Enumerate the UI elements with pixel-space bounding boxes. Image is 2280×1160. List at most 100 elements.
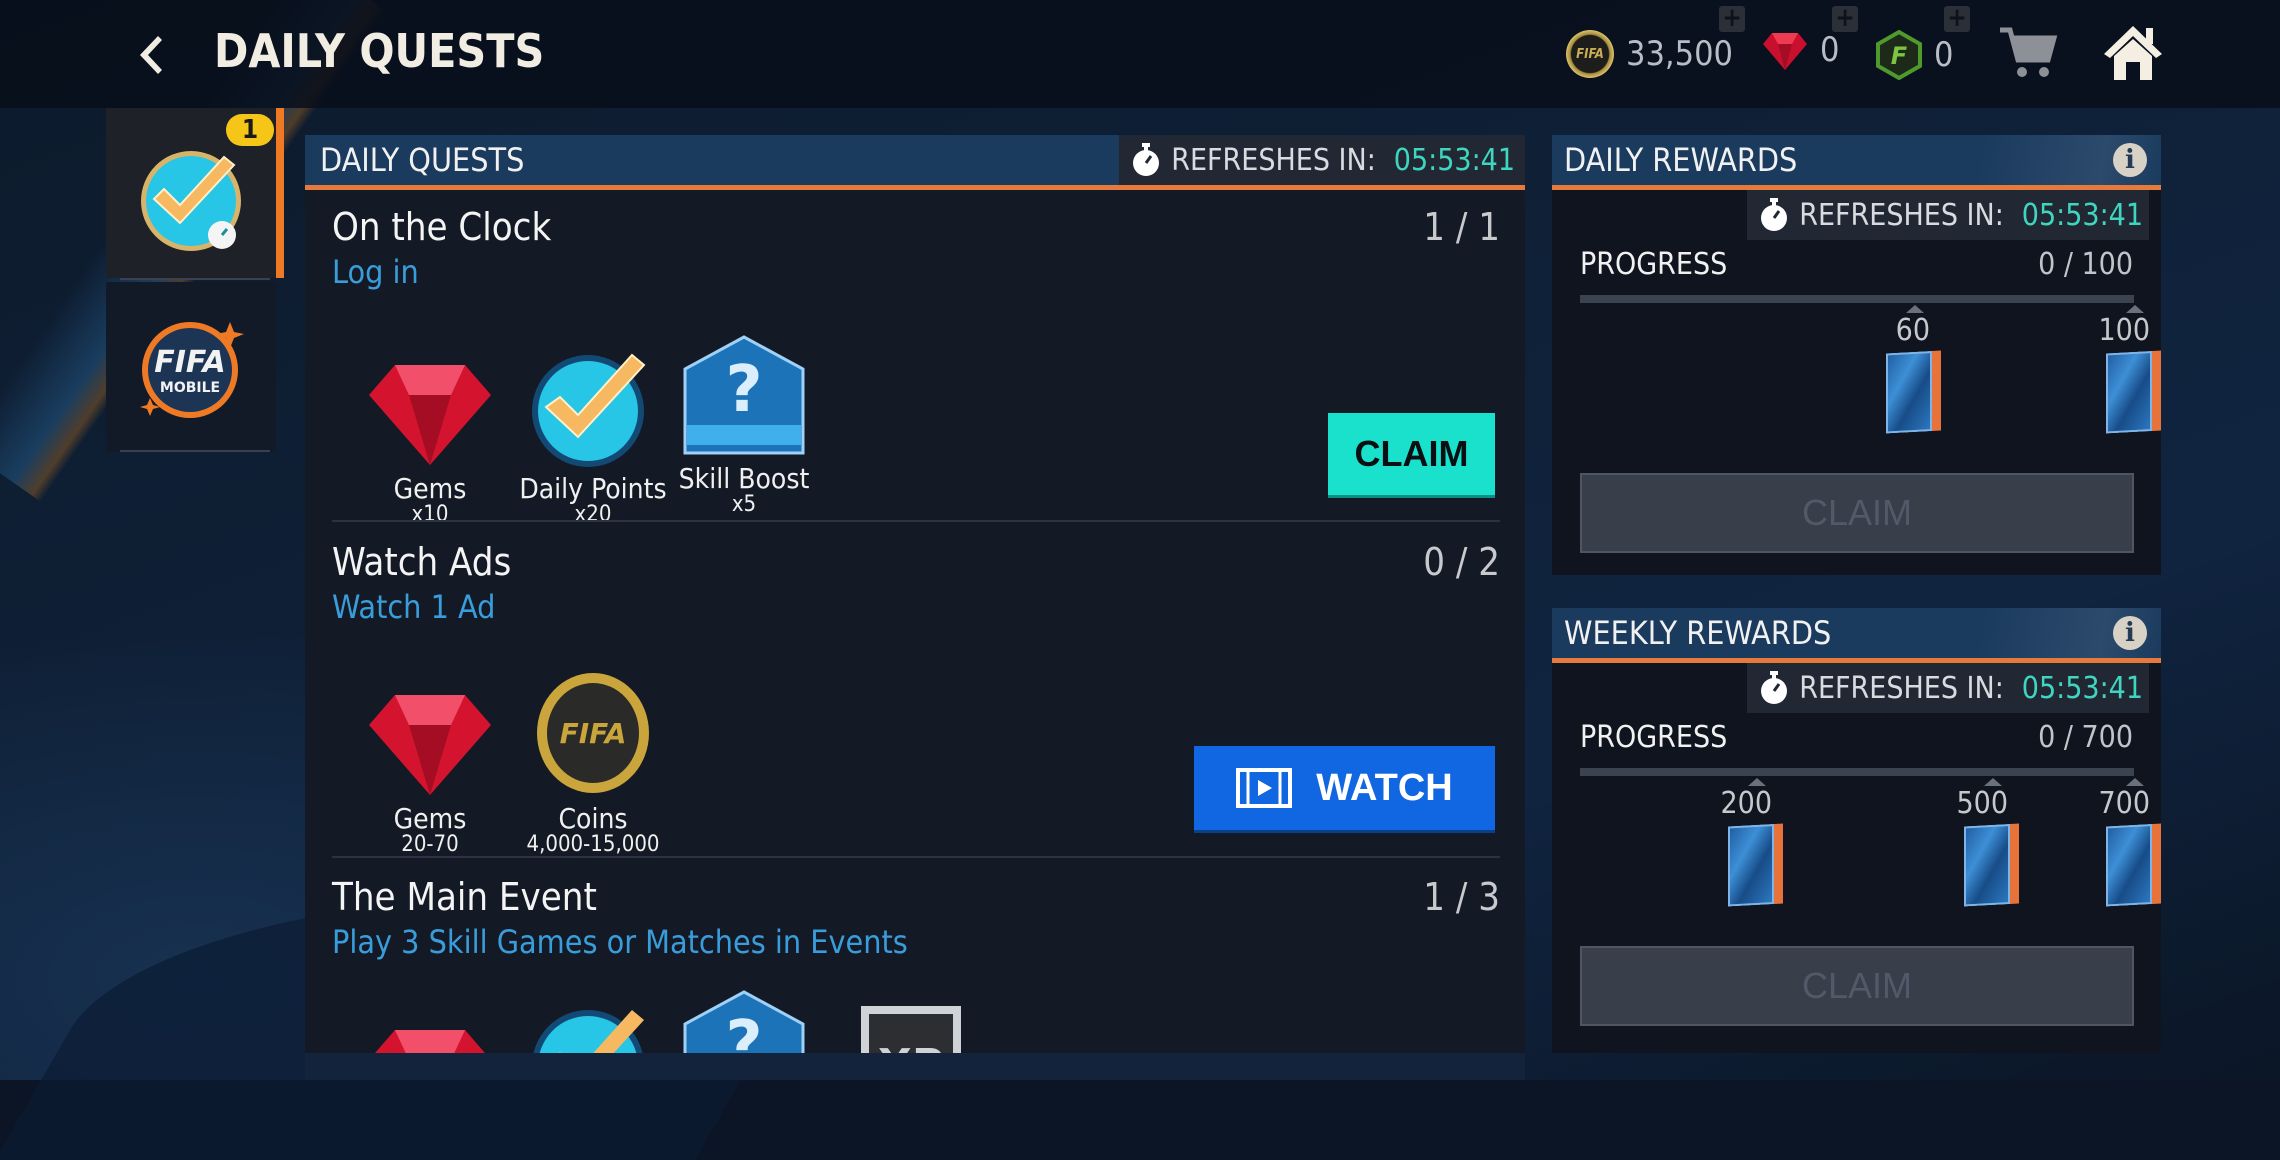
progress-value: 0 / 100 xyxy=(2038,247,2133,282)
quest-item: On the Clock Log in 1 / 1 xyxy=(332,205,1500,485)
fifa-points-value: 0 xyxy=(1934,35,1954,75)
progress-label: PROGRESS xyxy=(1580,720,1728,755)
gem-icon xyxy=(1763,33,1807,70)
reward-amount: x10 xyxy=(411,502,449,527)
quest-description: Log in xyxy=(332,253,419,291)
reward-item: FIFA Coins 4,000-15,000 xyxy=(500,665,686,856)
refresh-label: REFRESHES IN: xyxy=(1799,197,2004,233)
reward-amount: 20-70 xyxy=(401,832,459,857)
stopwatch-icon xyxy=(1761,671,1788,704)
progress-value: 0 / 700 xyxy=(2038,720,2133,755)
tab-divider xyxy=(120,450,270,452)
milestone: 200 xyxy=(1704,778,1783,907)
refresh-time: 05:53:41 xyxy=(1393,142,1515,178)
daily-rewards-header: DAILY REWARDS i xyxy=(1552,135,2161,190)
quest-name: The Main Event xyxy=(332,875,597,919)
panel-bottom-fade xyxy=(305,1053,1525,1080)
fifa-points-icon: F xyxy=(1876,30,1922,80)
stopwatch-icon xyxy=(1133,143,1160,176)
gems-value: 0 xyxy=(1820,30,1840,70)
fifa-mobile-logo-icon: FIFA MOBILE xyxy=(140,322,244,418)
add-gems-button[interactable]: + xyxy=(1832,5,1858,32)
reward-item: ? Skill Boost x5 xyxy=(669,335,819,516)
svg-text:F: F xyxy=(1891,42,1908,70)
daily-rewards-panel: DAILY REWARDS i REFRESHES IN: 05:53:41 P… xyxy=(1552,135,2161,575)
page-title: DAILY QUESTS xyxy=(214,24,545,78)
reward-amount: x5 xyxy=(731,492,757,517)
info-icon[interactable]: i xyxy=(2113,143,2147,177)
back-button[interactable] xyxy=(128,30,168,80)
daily-quests-panel: DAILY QUESTS REFRESHES IN: 05:53:41 On t… xyxy=(305,135,1525,1053)
quest-progress: 0 / 2 xyxy=(1423,540,1500,584)
reward-item: XP xyxy=(835,1000,985,1053)
player-pack-icon xyxy=(1886,350,1941,434)
reward-label: Coins xyxy=(558,802,628,835)
fifa-points-display: F 0 xyxy=(1876,30,1953,80)
gems-display: 0 xyxy=(1762,30,1839,70)
daily-refresh-timer: REFRESHES IN: 05:53:41 xyxy=(1747,190,2149,240)
player-pack-icon xyxy=(1964,823,2019,907)
tab-fifa-mobile[interactable]: FIFA MOBILE xyxy=(106,282,276,452)
home-icon[interactable] xyxy=(2102,22,2164,82)
weekly-claim-button[interactable]: CLAIM xyxy=(1580,946,2134,1026)
svg-text:MOBILE: MOBILE xyxy=(160,380,220,396)
coin-icon: FIFA xyxy=(1566,30,1614,78)
gem-icon xyxy=(375,1030,485,1053)
daily-progress-bar xyxy=(1580,295,2134,303)
reward-amount: 4,000-15,000 xyxy=(526,832,660,857)
milestone: 700 xyxy=(2082,778,2161,907)
svg-text:?: ? xyxy=(725,353,762,427)
weekly-rewards-title: WEEKLY REWARDS xyxy=(1564,614,1832,652)
quest-divider xyxy=(332,520,1500,522)
reward-item: Gems 20-70 xyxy=(355,675,505,856)
watch-label: WATCH xyxy=(1316,766,1453,809)
mystery-boost-icon: ? xyxy=(683,335,805,455)
player-pack-icon xyxy=(2106,823,2161,907)
gem-icon xyxy=(369,365,491,465)
refresh-label: REFRESHES IN: xyxy=(1171,142,1376,178)
refresh-time: 05:53:41 xyxy=(2021,670,2143,706)
reward-item: ? xyxy=(669,990,819,1053)
reward-label: Gems xyxy=(393,802,467,835)
quest-name: On the Clock xyxy=(332,205,552,249)
tab-divider xyxy=(120,278,270,280)
daily-rewards-title: DAILY REWARDS xyxy=(1564,141,1798,179)
info-icon[interactable]: i xyxy=(2113,616,2147,650)
reward-item: Gems x10 xyxy=(355,345,505,526)
checkmark-badge-icon xyxy=(141,151,241,251)
quest-description: Play 3 Skill Games or Matches in Events xyxy=(332,923,908,961)
refresh-timer: REFRESHES IN: 05:53:41 xyxy=(1119,135,1525,185)
quest-progress: 1 / 1 xyxy=(1423,205,1500,249)
mystery-boost-icon: ? xyxy=(683,990,805,1053)
gem-icon xyxy=(369,695,491,795)
coins-value: 33,500 xyxy=(1626,34,1733,74)
progress-label: PROGRESS xyxy=(1580,247,1728,282)
quest-description: Watch 1 Ad xyxy=(332,588,496,626)
panel-title: DAILY QUESTS xyxy=(320,141,525,179)
reward-label: Gems xyxy=(393,472,467,505)
svg-text:FIFA: FIFA xyxy=(154,345,226,380)
claim-button[interactable]: CLAIM xyxy=(1328,413,1495,495)
video-icon xyxy=(1236,768,1293,808)
add-coins-button[interactable]: + xyxy=(1719,5,1745,32)
stopwatch-icon xyxy=(1761,198,1788,231)
add-fifa-points-button[interactable]: + xyxy=(1944,5,1970,32)
quest-progress: 1 / 3 xyxy=(1423,875,1500,919)
refresh-label: REFRESHES IN: xyxy=(1799,670,2004,706)
player-pack-icon xyxy=(2106,350,2161,434)
panel-header: DAILY QUESTS REFRESHES IN: 05:53:41 xyxy=(305,135,1525,190)
reward-item xyxy=(355,1010,505,1053)
quest-name: Watch Ads xyxy=(332,540,512,584)
weekly-rewards-panel: WEEKLY REWARDS i REFRESHES IN: 05:53:41 … xyxy=(1552,608,2161,1053)
daily-claim-button[interactable]: CLAIM xyxy=(1580,473,2134,553)
milestone: 500 xyxy=(1940,778,2019,907)
watch-button[interactable]: WATCH xyxy=(1194,746,1495,830)
reward-amount: x20 xyxy=(574,502,612,527)
reward-label: Daily Points xyxy=(519,472,667,505)
coins-display: FIFA 33,500 xyxy=(1566,30,1733,78)
refresh-time: 05:53:41 xyxy=(2021,197,2143,233)
checkmark-badge-icon xyxy=(532,353,646,467)
reward-item: Daily Points x20 xyxy=(518,345,668,526)
cart-icon[interactable] xyxy=(1998,26,2058,80)
reward-item xyxy=(518,1000,668,1053)
